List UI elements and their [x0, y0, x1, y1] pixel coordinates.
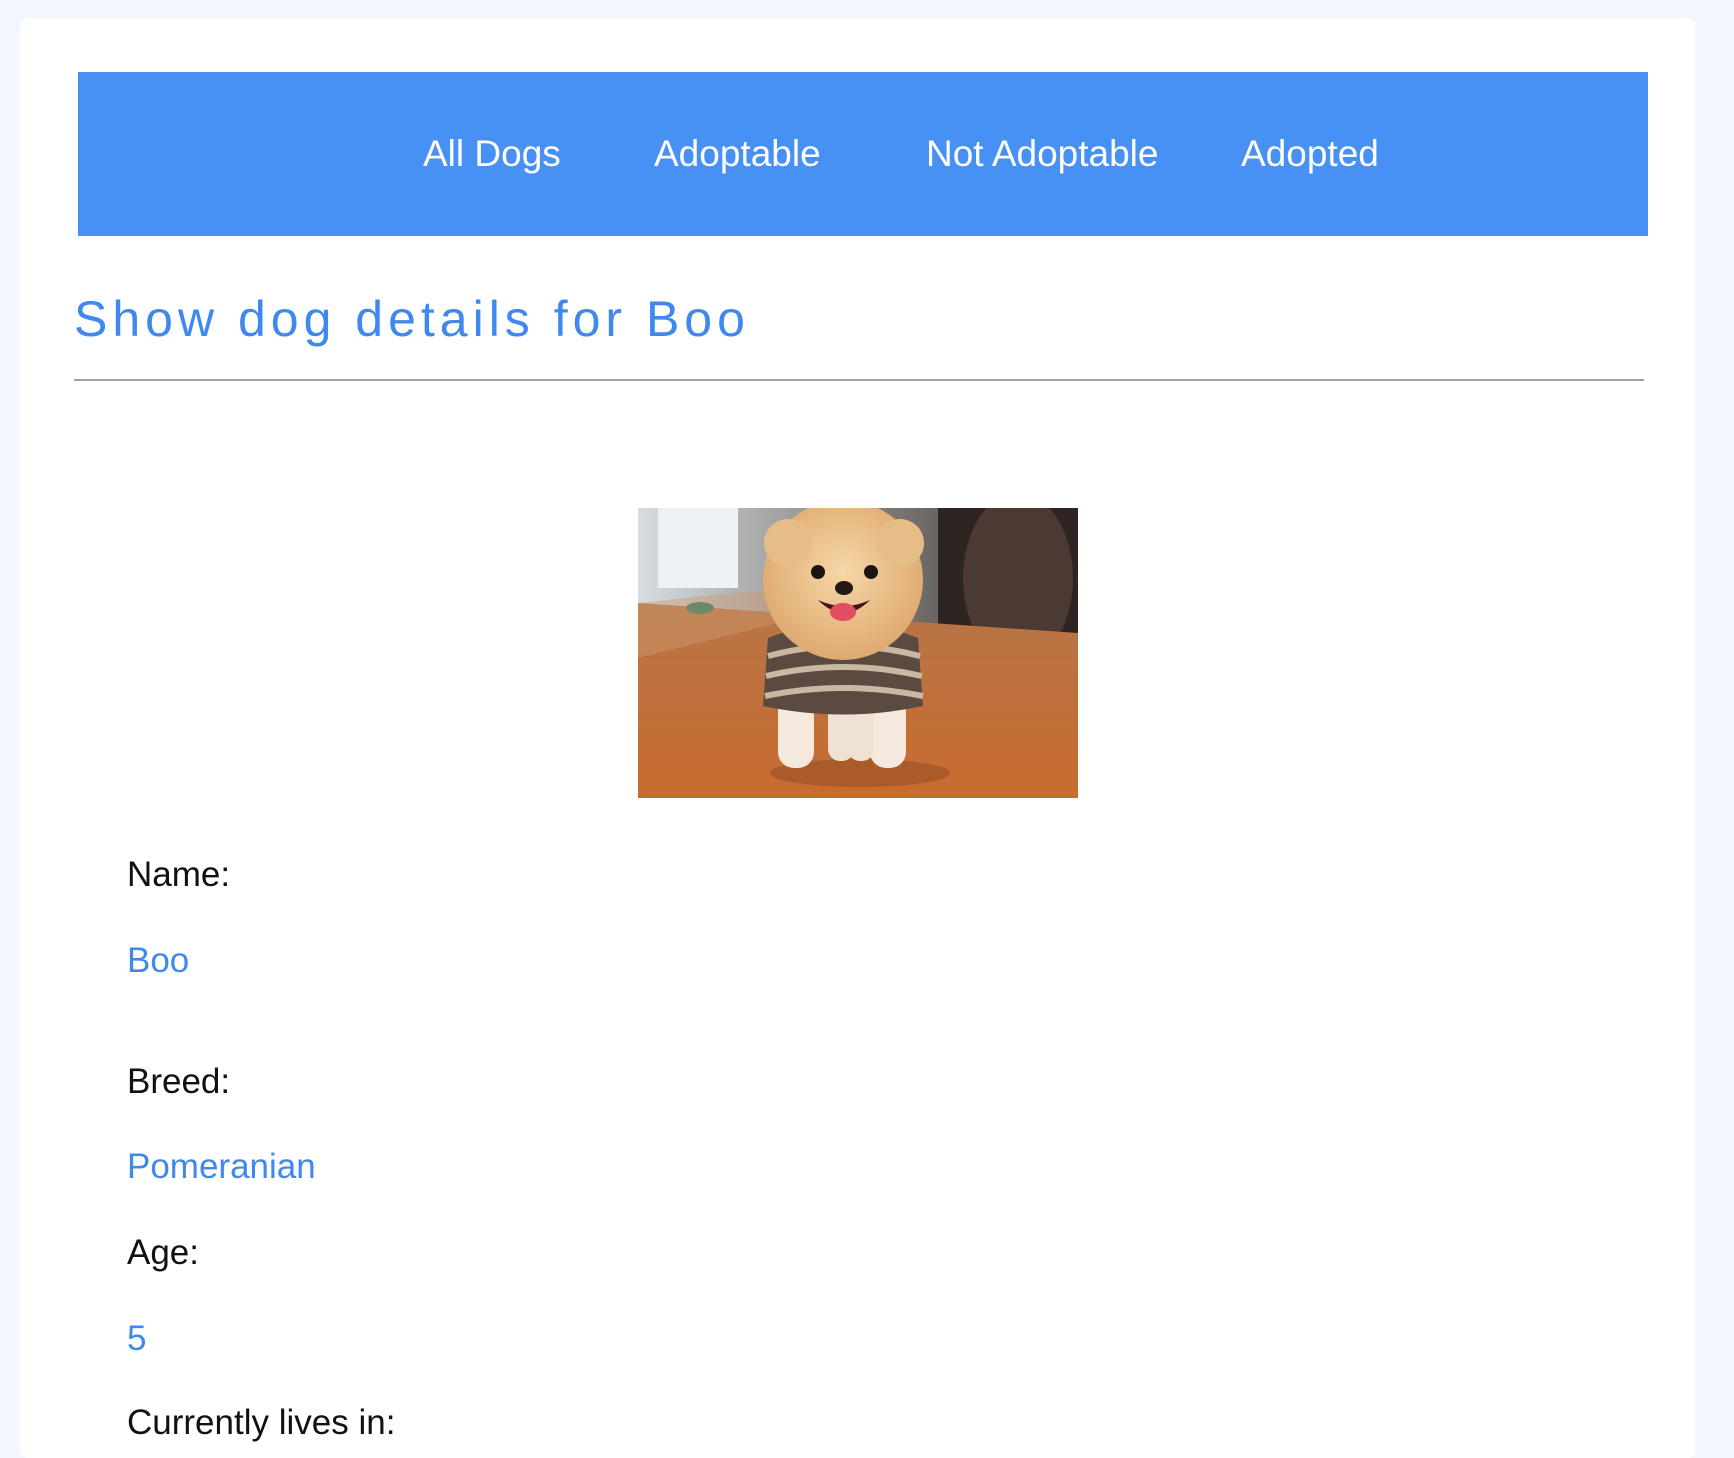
dog-photo-illustration [638, 508, 1078, 798]
nav-link-adopted[interactable]: Adopted [1241, 72, 1379, 236]
age-value: 5 [127, 1319, 147, 1358]
breed-label: Breed: [127, 1062, 231, 1101]
name-value: Boo [127, 941, 190, 980]
nav-link-all-dogs[interactable]: All Dogs [423, 72, 561, 236]
location-label: Currently lives in: [127, 1403, 396, 1442]
breed-value: Pomeranian [127, 1147, 316, 1186]
title-divider [74, 379, 1644, 381]
page-title: Show dog details for Boo [74, 291, 750, 347]
dog-photo [638, 508, 1078, 798]
top-navigation: All Dogs Adoptable Not Adoptable Adopted [78, 72, 1648, 236]
nav-link-adoptable[interactable]: Adoptable [654, 72, 821, 236]
name-label: Name: [127, 855, 231, 894]
age-label: Age: [127, 1233, 199, 1272]
nav-link-not-adoptable[interactable]: Not Adoptable [926, 72, 1158, 236]
content-card: All Dogs Adoptable Not Adoptable Adopted… [20, 18, 1695, 1458]
